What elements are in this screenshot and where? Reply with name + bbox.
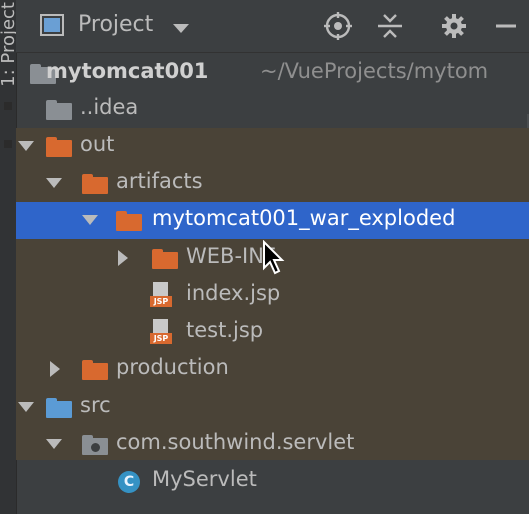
tree-item-label: mytomcat001_war_exploded xyxy=(152,206,456,230)
root-module-name: mytomcat001 xyxy=(46,59,209,83)
tree-item-label: production xyxy=(116,355,229,379)
chevron-down-icon[interactable] xyxy=(173,24,189,33)
folder-icon xyxy=(46,137,72,157)
chevron-right-icon[interactable] xyxy=(118,250,128,266)
tree-row-root[interactable]: mytomcat001 ~/VueProjects/mytom xyxy=(16,55,529,92)
side-marker xyxy=(4,140,12,148)
source-folder-icon xyxy=(46,398,72,418)
folder-icon xyxy=(152,249,178,269)
tree-item-label: test.jsp xyxy=(186,318,264,342)
chevron-down-icon[interactable] xyxy=(18,402,34,412)
mouse-cursor-icon xyxy=(263,240,285,275)
jsp-file-icon: JSP xyxy=(150,319,172,347)
tree-item-label: artifacts xyxy=(116,169,203,193)
chevron-down-icon[interactable] xyxy=(46,439,62,449)
folder-icon xyxy=(116,211,142,231)
root-module-path: ~/VueProjects/mytom xyxy=(260,59,489,83)
chevron-down-icon[interactable] xyxy=(46,178,62,188)
folder-icon xyxy=(82,174,108,194)
tree-row-production[interactable]: production xyxy=(16,351,529,388)
tree-row-test-jsp[interactable]: JSP test.jsp xyxy=(16,314,529,351)
minimize-icon[interactable] xyxy=(492,12,520,40)
chevron-right-icon[interactable] xyxy=(50,361,60,377)
chevron-down-icon[interactable] xyxy=(82,215,98,225)
folder-icon xyxy=(82,360,108,380)
side-tool-strip: 1: Project xyxy=(0,0,19,514)
side-marker xyxy=(4,102,12,110)
project-toolbar: Project xyxy=(16,0,529,53)
folder-icon xyxy=(46,100,72,120)
project-tree: mytomcat001 ~/VueProjects/mytom ..idea o… xyxy=(16,52,529,514)
tree-item-label: ..idea xyxy=(80,95,139,119)
tree-row-index-jsp[interactable]: JSP index.jsp xyxy=(16,277,529,314)
tree-row-package[interactable]: com.southwind.servlet xyxy=(16,426,529,463)
tree-row-servlet[interactable]: C MyServlet xyxy=(16,463,529,500)
tree-item-label: MyServlet xyxy=(152,467,257,491)
locate-icon[interactable] xyxy=(324,12,352,40)
tree-row-src[interactable]: src xyxy=(16,389,529,426)
tree-row-exploded[interactable]: mytomcat001_war_exploded xyxy=(16,202,529,239)
tree-item-label: out xyxy=(80,132,115,156)
package-icon xyxy=(82,435,108,455)
tree-row-out[interactable]: out xyxy=(16,128,529,165)
tree-item-label: com.southwind.servlet xyxy=(116,430,355,454)
chevron-down-icon[interactable] xyxy=(18,141,34,151)
gear-icon[interactable] xyxy=(440,12,468,40)
toolbar-title[interactable]: Project xyxy=(78,12,153,37)
java-class-icon: C xyxy=(118,471,140,493)
collapse-icon[interactable] xyxy=(376,12,404,40)
tree-row-idea[interactable]: ..idea xyxy=(16,91,529,128)
tree-item-label: index.jsp xyxy=(186,281,281,305)
project-view-icon[interactable] xyxy=(40,14,64,36)
jsp-file-icon: JSP xyxy=(150,282,172,310)
tree-item-label: src xyxy=(80,393,111,417)
tree-row-artifacts[interactable]: artifacts xyxy=(16,165,529,202)
